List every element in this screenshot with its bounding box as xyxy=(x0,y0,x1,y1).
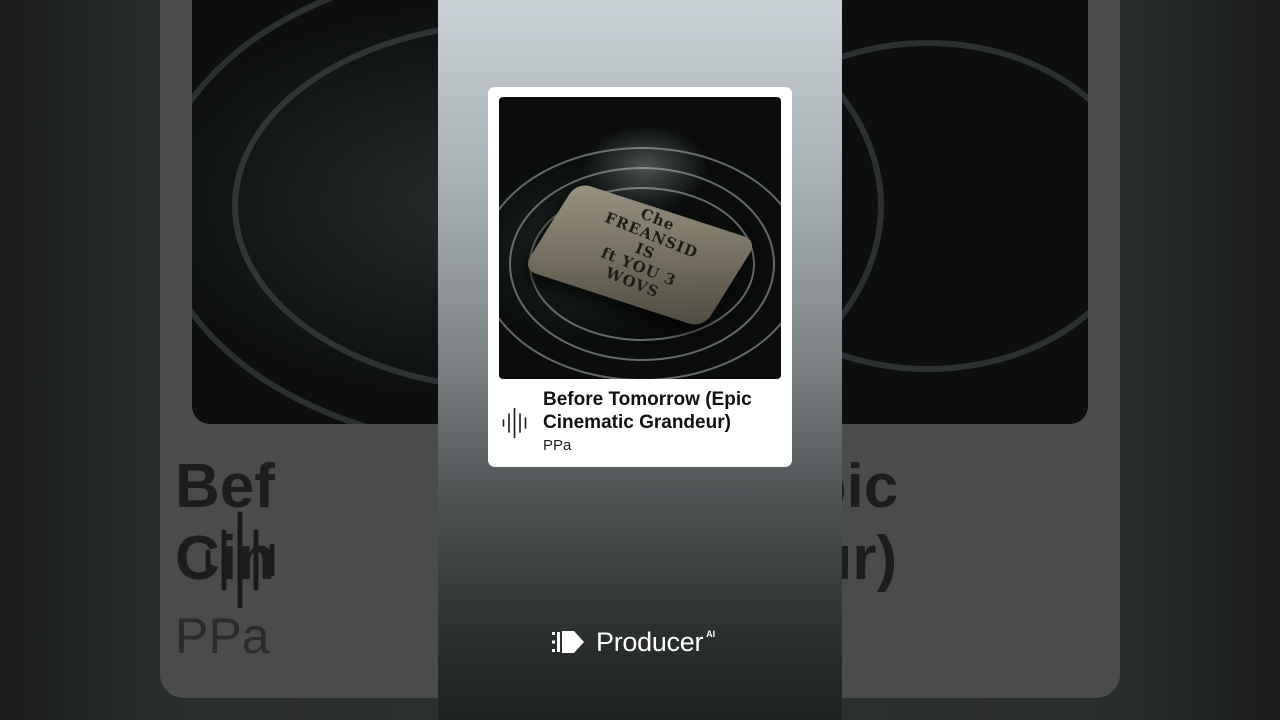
audio-wave-icon xyxy=(502,407,527,439)
track-artist[interactable]: PPa xyxy=(543,437,571,454)
brand-name: Producer xyxy=(596,626,704,657)
track-title: Before Tomorrow (Epic Cinematic Grandeur… xyxy=(543,389,752,433)
background-title-fragment: Bef xyxy=(175,452,275,521)
track-card[interactable]: Che FREANSID IS ft YOU 3 WOVS Before Tom… xyxy=(488,87,792,467)
album-artwork[interactable]: Che FREANSID IS ft YOU 3 WOVS xyxy=(499,97,781,379)
brand-logo: Producer AI xyxy=(552,626,715,658)
brand-suffix: AI xyxy=(706,629,716,639)
background-title-fragment: Cin xyxy=(175,524,275,593)
share-panel: Che FREANSID IS ft YOU 3 WOVS Before Tom… xyxy=(438,0,842,720)
background-artist-fragment: PPa xyxy=(175,608,270,664)
producer-logo-icon xyxy=(552,631,584,653)
